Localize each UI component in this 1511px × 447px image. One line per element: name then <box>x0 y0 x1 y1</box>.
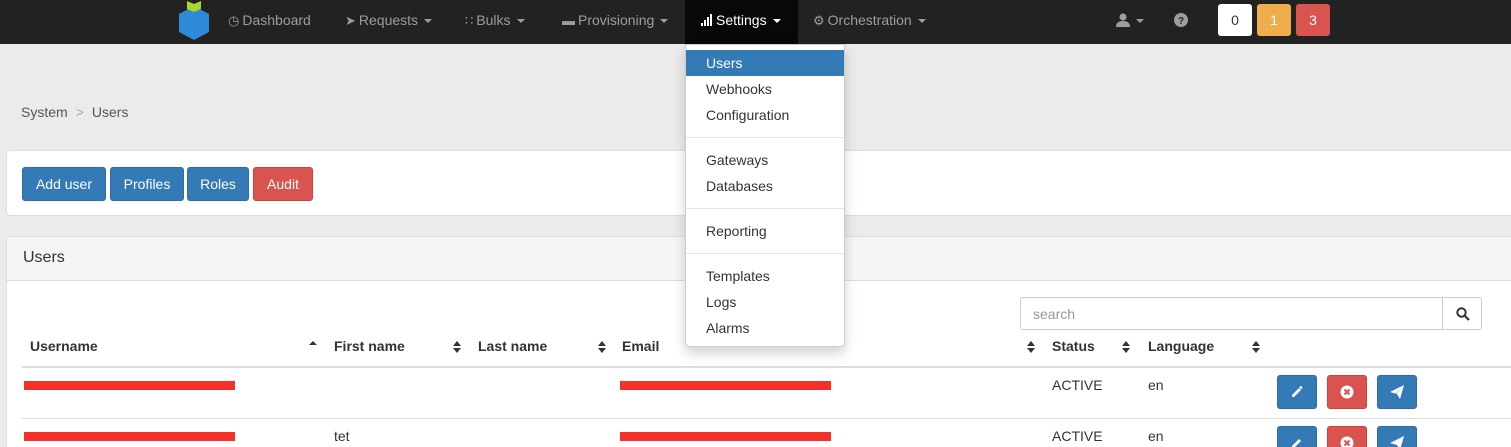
cell-status: ACTIVE <box>1052 428 1103 444</box>
audit-button[interactable]: Audit <box>253 167 313 201</box>
badge-info[interactable]: 0 <box>1218 4 1252 36</box>
column-header-first-name[interactable]: First name <box>334 338 405 354</box>
sort-icon[interactable] <box>598 340 606 354</box>
chevron-down-icon <box>660 19 669 24</box>
sitemap-icon: ∷ <box>465 13 474 28</box>
nav-dashboard[interactable]: ◷ Dashboard <box>228 0 311 44</box>
chevron-down-icon <box>424 19 433 24</box>
hdd-icon: ▬ <box>562 13 575 28</box>
nav-orchestration[interactable]: ⚙ Orchestration <box>813 0 926 44</box>
redacted-email <box>620 432 831 441</box>
cell-language: en <box>1148 377 1164 393</box>
paper-plane-icon <box>1390 436 1404 447</box>
chevron-down-icon <box>917 19 926 24</box>
sort-icon[interactable] <box>1252 340 1260 354</box>
menu-item-templates[interactable]: Templates <box>686 263 844 289</box>
remove-circle-icon <box>1340 436 1354 447</box>
delete-user-button[interactable] <box>1327 426 1367 447</box>
breadcrumb: System > Users <box>21 104 128 120</box>
nav-dashboard-label: Dashboard <box>242 12 311 28</box>
chevron-down-icon <box>1136 19 1144 24</box>
menu-item-users[interactable]: Users <box>686 50 844 76</box>
search-input[interactable] <box>1020 297 1443 330</box>
search-group <box>1020 297 1482 330</box>
breadcrumb-users: Users <box>91 104 129 120</box>
pencil-icon <box>1292 385 1303 397</box>
chevron-down-icon <box>772 19 781 24</box>
redacted-email <box>620 381 831 390</box>
cell-status: ACTIVE <box>1052 377 1103 393</box>
nav-provisioning-label: Provisioning <box>578 12 655 28</box>
edit-user-button[interactable] <box>1277 375 1317 409</box>
settings-dropdown-menu: Users Webhooks Configuration Gateways Da… <box>685 44 845 347</box>
remove-circle-icon <box>1340 385 1354 399</box>
user-menu[interactable] <box>1116 0 1144 44</box>
help-button[interactable]: ? <box>1174 0 1188 44</box>
cell-language: en <box>1148 428 1164 444</box>
column-header-last-name[interactable]: Last name <box>478 338 547 354</box>
panel-title: Users <box>23 249 65 266</box>
add-user-button[interactable]: Add user <box>22 167 106 201</box>
nav-settings[interactable]: Settings <box>685 0 798 44</box>
breadcrumb-system[interactable]: System <box>21 104 68 120</box>
menu-item-reporting[interactable]: Reporting <box>686 218 844 244</box>
column-header-username[interactable]: Username <box>30 338 98 354</box>
gear-icon: ⚙ <box>813 13 825 28</box>
chevron-down-icon <box>516 19 525 24</box>
nav-requests-label: Requests <box>358 12 419 28</box>
sort-icon[interactable] <box>1027 340 1035 354</box>
column-header-status[interactable]: Status <box>1052 338 1095 354</box>
nav-requests[interactable]: ➤ Requests <box>345 0 433 44</box>
table-header-divider <box>22 366 1511 368</box>
search-button[interactable] <box>1442 297 1482 330</box>
sort-icon[interactable] <box>1122 340 1130 354</box>
menu-divider <box>686 253 844 254</box>
nav-orchestration-label: Orchestration <box>827 12 912 28</box>
logo-icon[interactable] <box>177 0 211 42</box>
badge-warning[interactable]: 1 <box>1257 4 1291 36</box>
question-circle-icon: ? <box>1174 13 1188 27</box>
search-icon <box>1456 307 1470 321</box>
delete-user-button[interactable] <box>1327 375 1367 409</box>
menu-divider <box>686 208 844 209</box>
column-header-language[interactable]: Language <box>1148 338 1214 354</box>
sort-asc-icon[interactable] <box>309 340 317 354</box>
clock-icon: ◷ <box>228 13 240 28</box>
nav-bulks-label: Bulks <box>476 12 511 28</box>
user-icon <box>1116 13 1130 27</box>
menu-divider <box>686 137 844 138</box>
signal-icon <box>701 1 713 41</box>
menu-item-databases[interactable]: Databases <box>686 173 844 199</box>
breadcrumb-separator: > <box>75 104 84 120</box>
badge-danger[interactable]: 3 <box>1296 4 1330 36</box>
nav-settings-label: Settings <box>716 12 767 28</box>
nav-provisioning[interactable]: ▬ Provisioning <box>562 0 669 44</box>
menu-item-alarms[interactable]: Alarms <box>686 315 844 341</box>
menu-item-webhooks[interactable]: Webhooks <box>686 76 844 102</box>
paper-plane-icon <box>1390 385 1404 399</box>
menu-item-logs[interactable]: Logs <box>686 289 844 315</box>
top-navbar: ◷ Dashboard ➤ Requests ∷ Bulks ▬ Provisionin… <box>0 0 1511 44</box>
profiles-button[interactable]: Profiles <box>110 167 184 201</box>
send-invite-button[interactable] <box>1377 426 1417 447</box>
column-header-email[interactable]: Email <box>622 338 659 354</box>
edit-user-button[interactable] <box>1277 426 1317 447</box>
roles-button[interactable]: Roles <box>187 167 249 201</box>
cell-first-name: tet <box>334 428 350 444</box>
paper-plane-icon: ➤ <box>345 13 356 28</box>
menu-item-configuration[interactable]: Configuration <box>686 102 844 128</box>
sort-icon[interactable] <box>453 340 461 354</box>
pencil-icon <box>1292 439 1301 447</box>
redacted-username <box>24 381 235 390</box>
nav-bulks[interactable]: ∷ Bulks <box>465 0 525 44</box>
send-invite-button[interactable] <box>1377 375 1417 409</box>
redacted-username <box>24 432 235 441</box>
menu-item-gateways[interactable]: Gateways <box>686 147 844 173</box>
row-divider <box>22 418 1511 419</box>
svg-text:?: ? <box>1178 16 1184 27</box>
